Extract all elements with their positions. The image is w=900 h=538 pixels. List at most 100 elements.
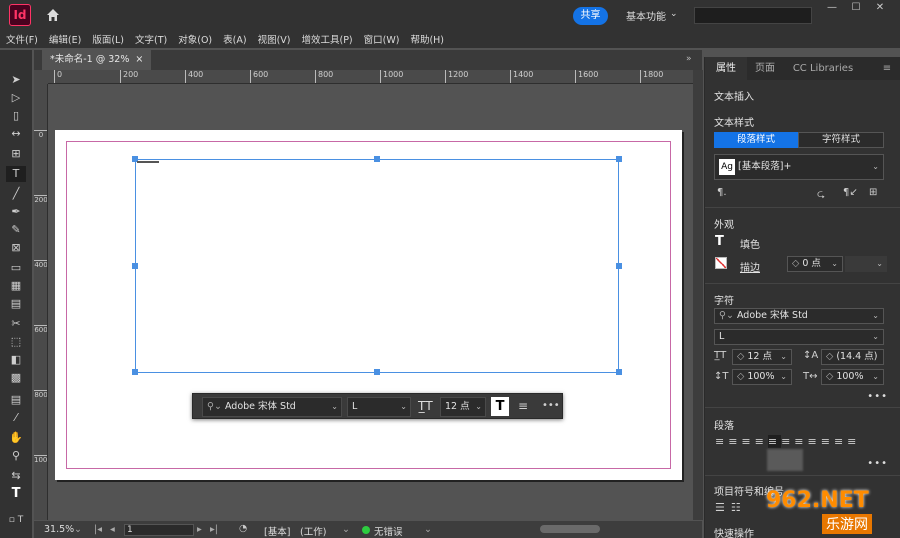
- font-style-dropdown[interactable]: L ⌄: [347, 397, 411, 417]
- pen-tool-icon[interactable]: ✒: [6, 204, 26, 220]
- vertical-scale-field[interactable]: ◇ 100% ⌄: [732, 369, 792, 385]
- create-style-icon[interactable]: ⮎: [817, 187, 825, 204]
- menu-help[interactable]: 帮助(H): [410, 32, 444, 46]
- first-page-icon[interactable]: |◂: [94, 524, 102, 535]
- menu-window[interactable]: 窗口(W): [364, 32, 400, 46]
- frame-handle[interactable]: [374, 369, 380, 375]
- fill-icon[interactable]: T: [715, 234, 724, 249]
- menu-layout[interactable]: 版面(L): [92, 32, 124, 46]
- document-tab[interactable]: *未命名-1 @ 32% ×: [42, 50, 152, 70]
- stroke-label[interactable]: 描边: [740, 259, 760, 274]
- font-family-dropdown[interactable]: ⚲⌄ Adobe 宋体 Std ⌄: [714, 308, 884, 324]
- frame-handle[interactable]: [374, 156, 380, 162]
- last-page-icon[interactable]: ▸|: [210, 524, 218, 535]
- paragraph-alignment-buttons[interactable]: ≡≡≡≡≡≡≡≡≡≡≡: [715, 435, 860, 448]
- menu-plugins[interactable]: 增效工具(P): [301, 32, 352, 46]
- tab-paragraph-styles[interactable]: 段落样式: [714, 132, 798, 148]
- frame-handle[interactable]: [132, 263, 138, 269]
- menu-edit[interactable]: 编辑(E): [49, 32, 81, 46]
- menu-object[interactable]: 对象(O): [178, 32, 212, 46]
- content-collector-icon[interactable]: ⊞: [6, 146, 26, 162]
- stepper-icon[interactable]: ◇: [737, 351, 744, 362]
- clear-overrides-icon[interactable]: ¶.: [717, 187, 727, 198]
- preflight-profile[interactable]: (工作): [300, 524, 326, 538]
- maximize-icon[interactable]: ☐: [844, 0, 868, 16]
- leading-field[interactable]: ◇ (14.4 点): [821, 349, 884, 365]
- free-transform-tool-icon[interactable]: ⬚: [6, 334, 26, 350]
- paragraph-more-button[interactable]: •••: [867, 458, 888, 469]
- pencil-tool-icon[interactable]: ✎: [6, 222, 26, 238]
- font-size-dropdown[interactable]: 12 点 ⌄: [440, 397, 486, 417]
- frame-handle[interactable]: [616, 156, 622, 162]
- chevron-down-icon[interactable]: ⌄: [342, 524, 350, 535]
- page-tool-icon[interactable]: ▯: [6, 108, 26, 124]
- ruler-origin[interactable]: [34, 70, 48, 84]
- stroke-type-dropdown[interactable]: ⌄: [845, 256, 887, 272]
- swap-fill-stroke-icon[interactable]: ⇆: [6, 468, 26, 484]
- type-tool-icon[interactable]: T: [6, 166, 26, 182]
- close-icon[interactable]: ×: [135, 54, 143, 65]
- stepper-icon[interactable]: ◇: [826, 351, 833, 362]
- chevron-down-icon[interactable]: ⌄: [74, 524, 82, 535]
- vertical-ruler[interactable]: 0 200 400 600 800 1000: [34, 84, 48, 520]
- font-size-field[interactable]: ◇ 12 点 ⌄: [732, 349, 792, 365]
- eyedropper-tool-icon[interactable]: ⁄: [6, 410, 26, 426]
- new-style-icon[interactable]: ⊞: [869, 187, 877, 198]
- vertical-scrollbar[interactable]: [693, 70, 703, 520]
- tab-cc-libraries[interactable]: CC Libraries: [785, 57, 861, 80]
- table-tool-icon[interactable]: ▦: [6, 278, 26, 294]
- stepper-icon[interactable]: ◇: [826, 371, 833, 382]
- menu-type[interactable]: 文字(T): [135, 32, 167, 46]
- next-page-icon[interactable]: ▸: [197, 524, 202, 535]
- workspace-switcher[interactable]: 基本功能: [626, 8, 666, 23]
- minimize-icon[interactable]: —: [820, 0, 844, 16]
- gap-tool-icon[interactable]: ↔: [6, 126, 26, 142]
- frame-handle[interactable]: [616, 369, 622, 375]
- frame-handle[interactable]: [616, 263, 622, 269]
- text-frame[interactable]: [132, 156, 622, 375]
- stepper-icon[interactable]: ◇: [737, 371, 744, 382]
- font-style-dropdown[interactable]: L ⌄: [714, 329, 884, 345]
- formatting-affects-text-icon[interactable]: ▫ T: [6, 512, 26, 528]
- rectangle-tool-icon[interactable]: ▭: [6, 260, 26, 276]
- stroke-none-icon[interactable]: [715, 257, 727, 269]
- stroke-weight-field[interactable]: ◇ 0 点 ⌄: [787, 256, 843, 272]
- horizontal-ruler[interactable]: 0 200 400 600 800 1000 1200 1400 1600 18…: [48, 70, 693, 84]
- preflight-icon[interactable]: ◔: [239, 523, 247, 534]
- menu-file[interactable]: 文件(F): [6, 32, 38, 46]
- menu-table[interactable]: 表(A): [223, 32, 246, 46]
- tab-character-styles[interactable]: 字符样式: [798, 132, 884, 148]
- zoom-tool-icon[interactable]: ⚲: [6, 448, 26, 464]
- selection-tool-icon[interactable]: ➤: [6, 72, 26, 88]
- zoom-level[interactable]: 31.5%: [44, 524, 74, 535]
- fill-stroke-text-icon[interactable]: T: [6, 486, 26, 502]
- text-fill-icon[interactable]: T: [491, 397, 509, 416]
- tab-properties[interactable]: 属性: [705, 57, 747, 80]
- chevron-down-icon[interactable]: ⌄: [424, 524, 432, 535]
- menu-view[interactable]: 视图(V): [258, 32, 291, 46]
- apply-style-icon[interactable]: ¶↙: [843, 187, 858, 198]
- list-buttons[interactable]: ☰☷: [715, 501, 747, 514]
- paragraph-style-dropdown[interactable]: Ag [基本段落]+ ⌄: [714, 154, 884, 180]
- rectangle-frame-tool-icon[interactable]: ⊠: [6, 240, 26, 256]
- previous-page-icon[interactable]: ◂: [110, 524, 115, 535]
- line-tool-icon[interactable]: ╱: [6, 186, 26, 202]
- page-number-field[interactable]: 1: [124, 524, 194, 536]
- close-icon[interactable]: ✕: [868, 0, 892, 16]
- horizontal-scroll-thumb[interactable]: [540, 525, 600, 533]
- panel-menu-icon[interactable]: ≡: [877, 57, 897, 80]
- tab-pages[interactable]: 页面: [747, 57, 783, 80]
- align-left-icon[interactable]: ≡: [518, 399, 528, 413]
- search-input[interactable]: [694, 7, 812, 24]
- hand-tool-icon[interactable]: ✋: [6, 430, 26, 446]
- character-more-button[interactable]: •••: [867, 391, 888, 402]
- tab-overflow-icon[interactable]: »: [686, 54, 692, 64]
- home-icon[interactable]: [45, 7, 61, 23]
- font-family-dropdown[interactable]: ⚲⌄ Adobe 宋体 Std ⌄: [202, 397, 342, 417]
- more-options-button[interactable]: •••: [542, 400, 560, 411]
- gradient-feather-tool-icon[interactable]: ▩: [6, 370, 26, 386]
- note-tool-icon[interactable]: ▤: [6, 392, 26, 408]
- frame-handle[interactable]: [132, 369, 138, 375]
- grid-tool-icon[interactable]: ▤: [6, 296, 26, 312]
- chevron-down-icon[interactable]: ⌄: [670, 9, 678, 19]
